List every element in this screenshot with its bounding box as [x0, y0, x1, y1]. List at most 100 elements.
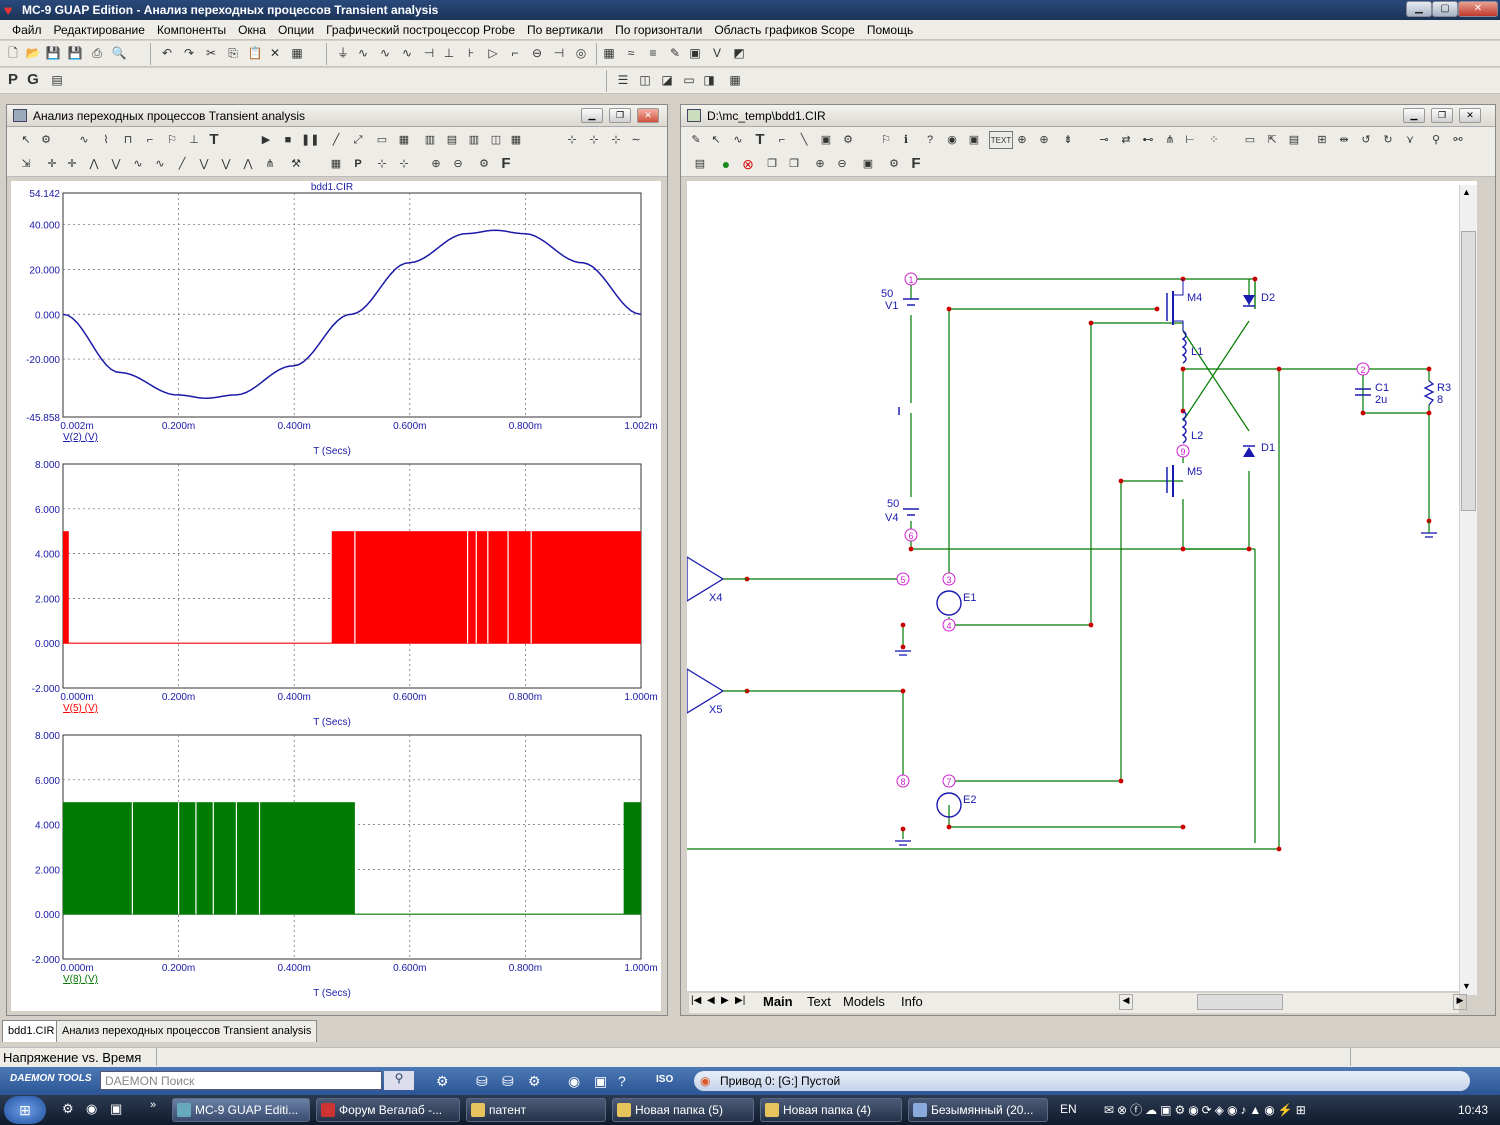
sheet-tab-text[interactable]: Text	[807, 994, 831, 1009]
vertical-scrollbar[interactable]: ▲ ▼	[1459, 185, 1477, 995]
step-icon[interactable]: ⋎	[1401, 131, 1419, 149]
jfet-icon[interactable]: ⊣	[550, 44, 568, 62]
task-patent[interactable]: патент	[466, 1098, 606, 1122]
doc-tab-circuit[interactable]: bdd1.CIR	[2, 1020, 61, 1042]
data-table-icon[interactable]: ▦	[327, 155, 345, 173]
select-all-icon[interactable]: ▦	[288, 44, 306, 62]
quicklaunch-tool-icon[interactable]: ⚙	[62, 1101, 74, 1117]
tag-icon[interactable]: ⋔	[261, 155, 279, 173]
cursor-d-icon[interactable]: ∼	[627, 131, 645, 149]
list-icon[interactable]: ▤	[691, 155, 709, 173]
pin-connections-icon[interactable]: ⊷	[1139, 131, 1157, 149]
pin-tool-icon[interactable]: ⊥	[185, 131, 203, 149]
power-icon[interactable]: ⊸	[1095, 131, 1113, 149]
low-icon[interactable]: ⋁	[107, 155, 125, 173]
run-icon[interactable]: ▶	[257, 131, 275, 149]
task-folder5[interactable]: Новая папка (5)	[612, 1098, 754, 1122]
opamp-icon[interactable]: ▷	[484, 44, 502, 62]
switch-icon[interactable]: ⌐	[506, 44, 524, 62]
transistor-icon[interactable]: ⊦	[462, 44, 480, 62]
bus-tool-icon[interactable]: ⊓	[119, 131, 137, 149]
zoom-out-icon[interactable]: ⊖	[449, 155, 467, 173]
border-icon[interactable]: ⊢	[1181, 131, 1199, 149]
source-icon[interactable]: ⊖	[528, 44, 546, 62]
transient-close-button[interactable]: ✕	[637, 108, 659, 123]
globe-icon[interactable]: ◉	[943, 131, 961, 149]
scale-icon[interactable]: ⇲	[17, 155, 35, 173]
schematic-close-button[interactable]: ✕	[1459, 108, 1481, 123]
print-preview-icon[interactable]: 🔍	[110, 44, 128, 62]
transient-restore-button[interactable]: ❐	[609, 108, 631, 123]
horizontal-scroll-thumb[interactable]	[1197, 994, 1283, 1010]
peak-icon[interactable]: ✛	[43, 155, 61, 173]
open-file-icon[interactable]: 📂	[24, 44, 42, 62]
page-icon[interactable]: ▤	[1285, 131, 1303, 149]
inductor-icon[interactable]: ∿	[398, 44, 416, 62]
inflection-icon[interactable]: ∿	[129, 155, 147, 173]
tile-vertical-icon[interactable]: ◫	[636, 71, 654, 89]
next-sheet-icon[interactable]: ▶	[721, 995, 729, 1006]
scroll-up-icon[interactable]: ▲	[1462, 187, 1471, 197]
layout-2-icon[interactable]: ▤	[443, 131, 461, 149]
grid-toggle-icon[interactable]: ▦	[395, 131, 413, 149]
cursor-tool-icon[interactable]: ⇱	[1263, 131, 1281, 149]
grid-text-icon[interactable]: ⋔	[1161, 131, 1179, 149]
daemon-unmount-icon[interactable]: ⛁	[502, 1073, 514, 1090]
schematic-canvas[interactable]: 12345678950V150V4M4M5L1L2D2D1C12uR38E1E2…	[687, 181, 1477, 991]
window-icon[interactable]: ▣	[686, 44, 704, 62]
p-button[interactable]: P	[4, 71, 22, 89]
transient-minimize-button[interactable]: ▁	[581, 108, 603, 123]
settings-icon[interactable]: ⚙	[475, 155, 493, 173]
text-toggle-button[interactable]: TEXT	[989, 131, 1013, 149]
global-high-icon[interactable]: ∿	[151, 155, 169, 173]
menu-edit[interactable]: Редактирование	[48, 23, 151, 37]
undo-icon[interactable]: ↶	[158, 44, 176, 62]
cursor-b-icon[interactable]: ⊹	[585, 131, 603, 149]
task-paint[interactable]: Безымянный (20...	[908, 1098, 1048, 1122]
task-forum[interactable]: Форум Вегалаб -...	[316, 1098, 460, 1122]
line-tool-icon[interactable]: ╱	[327, 131, 345, 149]
ground-icon[interactable]: ⏚	[334, 44, 352, 62]
menu-components[interactable]: Компоненты	[151, 23, 232, 37]
flag-icon[interactable]: ⚐	[877, 131, 895, 149]
capacitor-icon[interactable]: ∿	[376, 44, 394, 62]
node-voltages-icon[interactable]: ⊕	[1035, 131, 1053, 149]
layout-5-icon[interactable]: ▦	[507, 131, 525, 149]
select-arrow-icon[interactable]: ↖	[17, 131, 35, 149]
valley-icon[interactable]: ✛	[63, 155, 81, 173]
daemon-search-icon[interactable]: ⚲	[384, 1071, 414, 1090]
menu-scope[interactable]: Область графиков Scope	[708, 23, 861, 37]
info-icon[interactable]: ℹ	[897, 131, 915, 149]
help-cursor-icon[interactable]: ?	[921, 131, 939, 149]
last-sheet-icon[interactable]: ▶|	[735, 995, 745, 1006]
arrange-icon[interactable]: ▭	[680, 71, 698, 89]
quicklaunch-browser-icon[interactable]: ◉	[86, 1101, 97, 1117]
picture-icon[interactable]: ▣	[817, 131, 835, 149]
pause-icon[interactable]: ❚❚	[301, 131, 319, 149]
mirror-icon[interactable]: ↻	[1379, 131, 1397, 149]
color-icon[interactable]: ▣	[965, 131, 983, 149]
menu-options[interactable]: Опции	[272, 23, 320, 37]
menu-vertical[interactable]: По вертикали	[521, 23, 609, 37]
tray-icons[interactable]: ✉⊗ⓕ☁▣⚙◉⟳◈◉♪▲◉⚡⊞	[1104, 1101, 1309, 1118]
title-block-icon[interactable]: ▭	[1241, 131, 1259, 149]
daemon-iso-icon[interactable]: ISO	[656, 1074, 673, 1085]
camera-icon[interactable]: ▣	[859, 155, 877, 173]
daemon-drive-status[interactable]: ◉ Привод 0: [G:] Пустой	[694, 1071, 1470, 1091]
text-tool-icon[interactable]: T	[205, 131, 223, 149]
delete-icon[interactable]: ✕	[266, 44, 284, 62]
text-icon[interactable]: T	[751, 131, 769, 149]
rotate-icon[interactable]: ⊞	[1313, 131, 1331, 149]
node-names-icon[interactable]: ⊕	[1013, 131, 1031, 149]
diagonal-wire-icon[interactable]: ╲	[795, 131, 813, 149]
orthogonal-wire-icon[interactable]: ⌐	[773, 131, 791, 149]
daemon-settings-icon[interactable]: ⚙	[528, 1073, 541, 1090]
daemon-image-icon[interactable]: ▣	[594, 1073, 607, 1090]
probe-icon[interactable]: ⚒	[287, 155, 305, 173]
sch-f-button[interactable]: F	[907, 155, 925, 173]
next-point-icon[interactable]: ⋁	[195, 155, 213, 173]
zoom-in-sch-icon[interactable]: ⊕	[811, 155, 829, 173]
component-icon[interactable]: ⚙	[37, 131, 55, 149]
battery-icon[interactable]: ⊥	[440, 44, 458, 62]
window-list-icon[interactable]: ◨	[700, 71, 718, 89]
